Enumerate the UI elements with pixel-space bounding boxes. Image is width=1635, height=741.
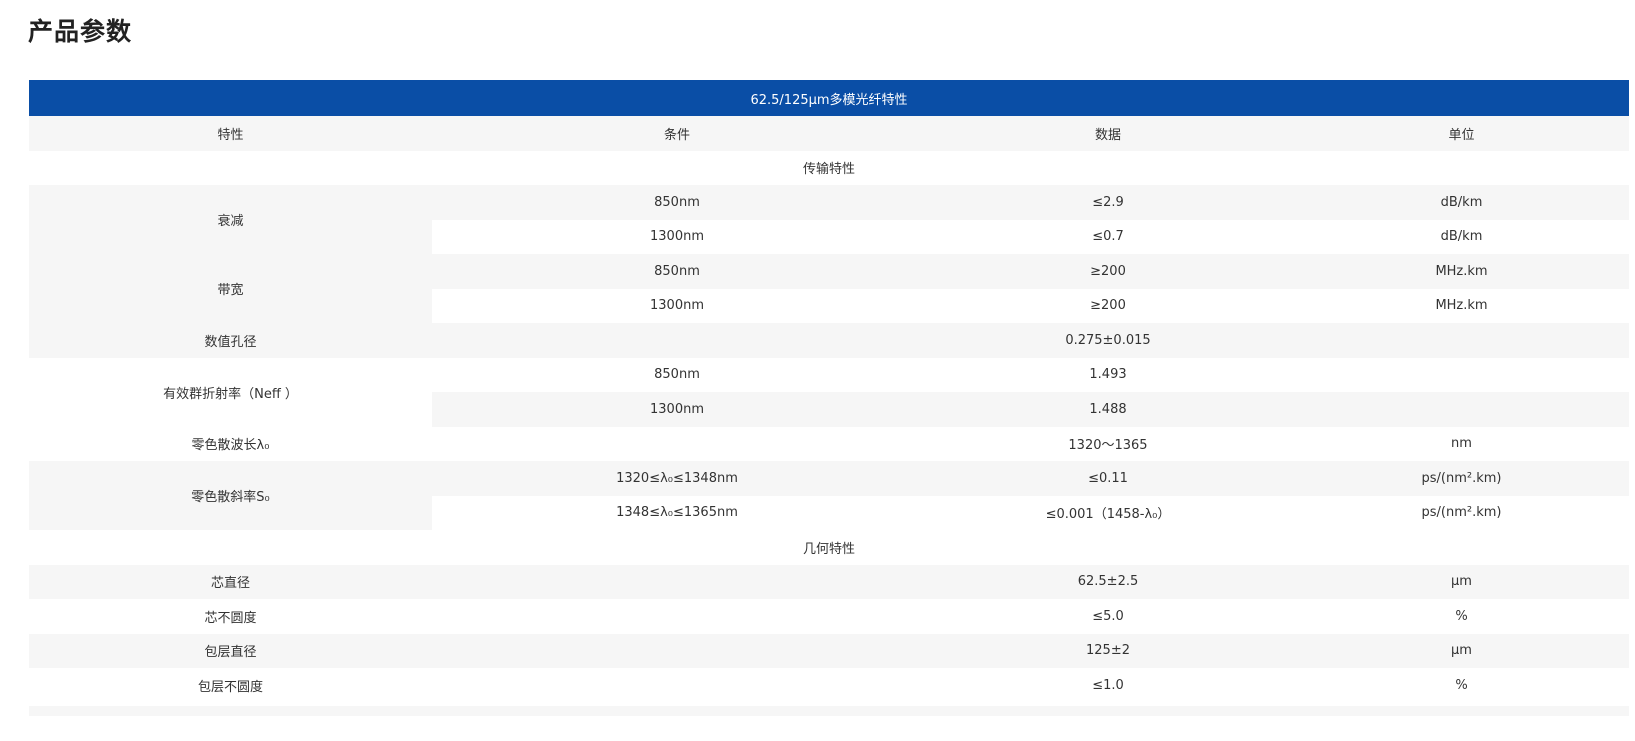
section-title: 几何特性 [29, 530, 1630, 565]
table-row: 有效群折射率（Neff ） 850nm 1.493 [29, 357, 1630, 427]
cell-unit: μm [1294, 633, 1630, 668]
cell-value: ≤0.11 [922, 461, 1294, 496]
cell-value: ≤5.0 [922, 599, 1294, 634]
table-title: 62.5/125μm多模光纤特性 [29, 80, 1630, 116]
cell-unit: μm [1294, 564, 1630, 599]
table-header-row: 特性 条件 数据 单位 [29, 116, 1630, 151]
row-label: 数值孔径 [29, 323, 432, 358]
row-label: 零色散斜率S₀ [29, 461, 432, 530]
row-label: 包层直径 [29, 633, 432, 668]
cell-condition: 1320≤λ₀≤1348nm [432, 461, 922, 496]
cell-value: ≥200 [922, 288, 1294, 323]
cell-condition: 850nm [432, 254, 922, 289]
section-title: 传输特性 [29, 150, 1630, 185]
cell-condition: 850nm [432, 357, 922, 392]
table-row: 包层直径 125±2 μm [29, 633, 1630, 668]
cell-value: ≤0.7 [922, 219, 1294, 254]
cell-unit: dB/km [1294, 219, 1630, 254]
cell-unit [1294, 357, 1630, 392]
row-label: 芯直径 [29, 564, 432, 599]
cell-value: 1.493 [922, 357, 1294, 392]
table-row: 数值孔径 0.275±0.015 [29, 323, 1630, 358]
fiber-spec-table: 62.5/125μm多模光纤特性 特性 条件 数据 单位 传输特性 衰减 850… [29, 80, 1630, 703]
row-label: 包层不圆度 [29, 668, 432, 703]
table-title-row: 62.5/125μm多模光纤特性 [29, 80, 1630, 116]
table-row: 零色散斜率S₀ 1320≤λ₀≤1348nm ≤0.11 ps/(nm².km) [29, 461, 1630, 530]
cell-condition [432, 323, 922, 358]
cell-value: 1320～1365 [922, 426, 1294, 461]
cell-value: ≥200 [922, 254, 1294, 289]
cell-value: 125±2 [922, 633, 1294, 668]
row-label: 有效群折射率（Neff ） [29, 357, 432, 427]
cell-unit [1294, 392, 1630, 427]
cell-condition [432, 426, 922, 461]
cell-value: 0.275±0.015 [922, 323, 1294, 358]
cell-unit: dB/km [1294, 185, 1630, 220]
row-label: 衰减 [29, 185, 432, 254]
row-label: 带宽 [29, 254, 432, 323]
cell-unit: MHz.km [1294, 254, 1630, 289]
cell-value: 62.5±2.5 [922, 564, 1294, 599]
cell-condition: 850nm [432, 185, 922, 220]
cell-condition [432, 599, 922, 634]
table-row: 包层不圆度 ≤1.0 % [29, 668, 1630, 703]
cell-unit: ps/(nm².km) [1294, 461, 1630, 496]
header-unit: 单位 [1294, 116, 1630, 151]
cell-value: ≤2.9 [922, 185, 1294, 220]
cell-condition: 1300nm [432, 392, 922, 427]
cell-unit: % [1294, 599, 1630, 634]
cell-condition: 1300nm [432, 288, 922, 323]
header-data: 数据 [922, 116, 1294, 151]
table-row: 衰减 850nm ≤2.9 dB/km [29, 185, 1630, 254]
row-label: 芯不圆度 [29, 599, 432, 634]
section-row-geometry: 几何特性 [29, 530, 1630, 565]
cell-value: ≤1.0 [922, 668, 1294, 703]
page-title: 产品参数 [28, 17, 133, 46]
table-row: 芯不圆度 ≤5.0 % [29, 599, 1630, 634]
table-row: 芯直径 62.5±2.5 μm [29, 564, 1630, 599]
header-condition: 条件 [432, 116, 922, 151]
table-row: 带宽 850nm ≥200 MHz.km [29, 254, 1630, 323]
cell-condition: 1300nm [432, 219, 922, 254]
section-row-transmission: 传输特性 [29, 150, 1630, 185]
cell-condition [432, 668, 922, 703]
cell-unit: MHz.km [1294, 288, 1630, 323]
table-row: 零色散波长λ₀ 1320～1365 nm [29, 426, 1630, 461]
cell-unit: ps/(nm².km) [1294, 495, 1630, 530]
cell-condition [432, 564, 922, 599]
header-characteristic: 特性 [29, 116, 432, 151]
cell-unit [1294, 323, 1630, 358]
cell-condition [432, 633, 922, 668]
table-bottom-edge [29, 706, 1629, 716]
cell-value: ≤0.001（1458-λ₀） [922, 495, 1294, 530]
cell-value: 1.488 [922, 392, 1294, 427]
row-label: 零色散波长λ₀ [29, 426, 432, 461]
cell-unit: nm [1294, 426, 1630, 461]
cell-condition: 1348≤λ₀≤1365nm [432, 495, 922, 530]
cell-unit: % [1294, 668, 1630, 703]
